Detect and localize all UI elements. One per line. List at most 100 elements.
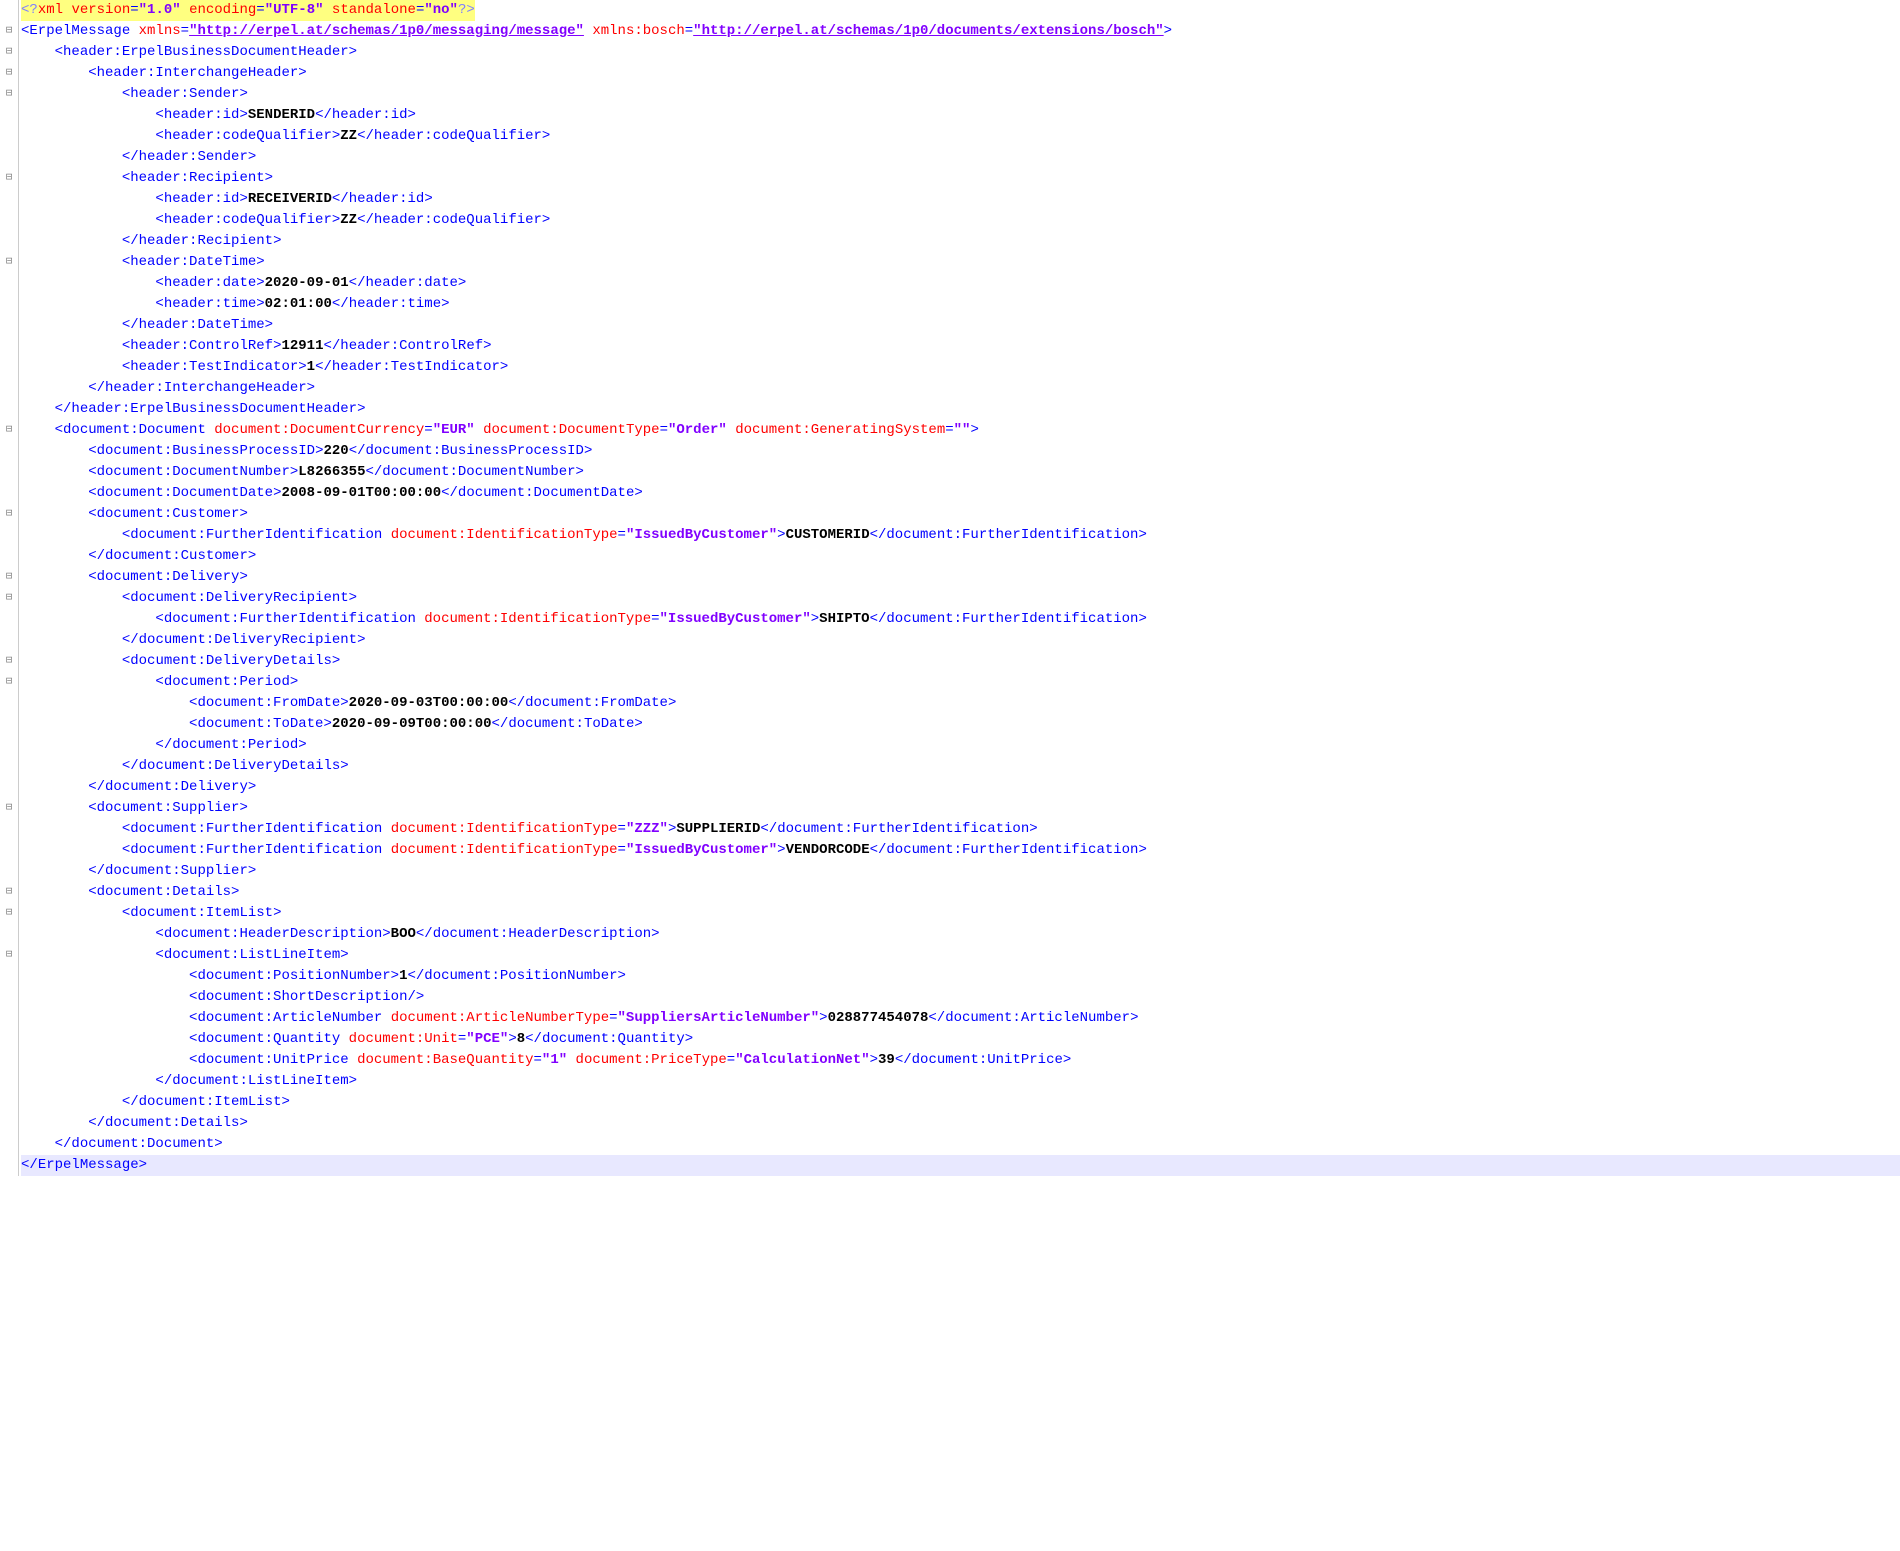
code-line[interactable]: <document:PositionNumber>1</document:Pos… (21, 966, 1900, 987)
fold-marker[interactable] (0, 903, 18, 924)
fold-marker (0, 189, 18, 210)
code-line[interactable]: </document:Document> (21, 1134, 1900, 1155)
fold-marker (0, 1092, 18, 1113)
fold-marker (0, 483, 18, 504)
fold-marker[interactable] (0, 504, 18, 525)
code-line[interactable]: <document:UnitPrice document:BaseQuantit… (21, 1050, 1900, 1071)
fold-marker[interactable] (0, 252, 18, 273)
code-line[interactable]: </document:Delivery> (21, 777, 1900, 798)
code-line[interactable]: <header:ErpelBusinessDocumentHeader> (21, 42, 1900, 63)
code-line[interactable]: <document:FromDate>2020-09-03T00:00:00</… (21, 693, 1900, 714)
fold-marker (0, 357, 18, 378)
code-line[interactable]: <header:TestIndicator>1</header:TestIndi… (21, 357, 1900, 378)
code-line[interactable]: </document:DeliveryDetails> (21, 756, 1900, 777)
fold-gutter (0, 0, 19, 1176)
code-line[interactable]: </header:InterchangeHeader> (21, 378, 1900, 399)
fold-marker (0, 546, 18, 567)
code-line[interactable]: </document:Details> (21, 1113, 1900, 1134)
fold-marker[interactable] (0, 882, 18, 903)
code-line[interactable]: <document:Quantity document:Unit="PCE">8… (21, 1029, 1900, 1050)
code-line[interactable]: <document:DeliveryRecipient> (21, 588, 1900, 609)
code-line[interactable]: <document:FurtherIdentification document… (21, 609, 1900, 630)
fold-marker[interactable] (0, 21, 18, 42)
fold-marker (0, 777, 18, 798)
fold-marker (0, 609, 18, 630)
fold-marker (0, 147, 18, 168)
code-line[interactable]: <document:FurtherIdentification document… (21, 525, 1900, 546)
code-line[interactable]: <header:id>SENDERID</header:id> (21, 105, 1900, 126)
fold-marker[interactable] (0, 588, 18, 609)
code-line[interactable]: <ErpelMessage xmlns="http://erpel.at/sch… (21, 21, 1900, 42)
fold-marker (0, 378, 18, 399)
code-line[interactable]: </document:Supplier> (21, 861, 1900, 882)
fold-marker[interactable] (0, 672, 18, 693)
fold-marker[interactable] (0, 798, 18, 819)
code-line[interactable]: <document:ToDate>2020-09-09T00:00:00</do… (21, 714, 1900, 735)
code-line[interactable]: </ErpelMessage> (21, 1155, 1900, 1176)
code-line[interactable]: <document:ArticleNumber document:Article… (21, 1008, 1900, 1029)
code-line[interactable]: <document:Customer> (21, 504, 1900, 525)
fold-marker (0, 126, 18, 147)
code-line[interactable]: <document:DocumentDate>2008-09-01T00:00:… (21, 483, 1900, 504)
code-line[interactable]: <document:Document document:DocumentCurr… (21, 420, 1900, 441)
fold-marker[interactable] (0, 84, 18, 105)
code-line[interactable]: <document:Details> (21, 882, 1900, 903)
code-line[interactable]: </document:ListLineItem> (21, 1071, 1900, 1092)
fold-marker (0, 462, 18, 483)
fold-marker (0, 210, 18, 231)
code-line[interactable]: </header:DateTime> (21, 315, 1900, 336)
code-line[interactable]: <document:FurtherIdentification document… (21, 819, 1900, 840)
fold-marker[interactable] (0, 420, 18, 441)
code-area[interactable]: <?xml version="1.0" encoding="UTF-8" sta… (19, 0, 1900, 1176)
code-line[interactable]: <header:InterchangeHeader> (21, 63, 1900, 84)
code-line[interactable]: <header:Sender> (21, 84, 1900, 105)
fold-marker (0, 1050, 18, 1071)
code-line[interactable]: <header:time>02:01:00</header:time> (21, 294, 1900, 315)
code-line[interactable]: <document:DeliveryDetails> (21, 651, 1900, 672)
fold-marker (0, 987, 18, 1008)
code-line[interactable]: </document:Customer> (21, 546, 1900, 567)
code-line[interactable]: </document:ItemList> (21, 1092, 1900, 1113)
code-line[interactable]: <document:HeaderDescription>BOO</documen… (21, 924, 1900, 945)
fold-marker (0, 294, 18, 315)
code-line[interactable]: </header:Sender> (21, 147, 1900, 168)
fold-marker[interactable] (0, 42, 18, 63)
code-line[interactable]: <?xml version="1.0" encoding="UTF-8" sta… (21, 0, 475, 21)
fold-marker[interactable] (0, 567, 18, 588)
fold-marker (0, 756, 18, 777)
fold-marker (0, 441, 18, 462)
code-line[interactable]: <document:Supplier> (21, 798, 1900, 819)
fold-marker (0, 525, 18, 546)
code-line[interactable]: <document:BusinessProcessID>220</documen… (21, 441, 1900, 462)
fold-marker (0, 0, 18, 21)
code-line[interactable]: <header:codeQualifier>ZZ</header:codeQua… (21, 126, 1900, 147)
fold-marker (0, 1134, 18, 1155)
code-line[interactable]: <header:id>RECEIVERID</header:id> (21, 189, 1900, 210)
fold-marker[interactable] (0, 63, 18, 84)
code-line[interactable]: <document:Period> (21, 672, 1900, 693)
code-line[interactable]: <document:ItemList> (21, 903, 1900, 924)
code-line[interactable]: </document:Period> (21, 735, 1900, 756)
code-line[interactable]: <document:FurtherIdentification document… (21, 840, 1900, 861)
code-line[interactable]: <header:ControlRef>12911</header:Control… (21, 336, 1900, 357)
code-line[interactable]: <document:Delivery> (21, 567, 1900, 588)
code-line[interactable]: <document:DocumentNumber>L8266355</docum… (21, 462, 1900, 483)
code-line[interactable]: </header:ErpelBusinessDocumentHeader> (21, 399, 1900, 420)
code-line[interactable]: <header:DateTime> (21, 252, 1900, 273)
fold-marker (0, 1029, 18, 1050)
code-line[interactable]: <document:ShortDescription/> (21, 987, 1900, 1008)
code-line[interactable]: <header:date>2020-09-01</header:date> (21, 273, 1900, 294)
code-line[interactable]: <document:ListLineItem> (21, 945, 1900, 966)
fold-marker[interactable] (0, 168, 18, 189)
xml-editor: <?xml version="1.0" encoding="UTF-8" sta… (0, 0, 1900, 1176)
fold-marker (0, 105, 18, 126)
fold-marker (0, 231, 18, 252)
code-line[interactable]: </header:Recipient> (21, 231, 1900, 252)
fold-marker (0, 840, 18, 861)
fold-marker[interactable] (0, 651, 18, 672)
code-line[interactable]: <header:codeQualifier>ZZ</header:codeQua… (21, 210, 1900, 231)
code-line[interactable]: </document:DeliveryRecipient> (21, 630, 1900, 651)
fold-marker (0, 693, 18, 714)
code-line[interactable]: <header:Recipient> (21, 168, 1900, 189)
fold-marker[interactable] (0, 945, 18, 966)
